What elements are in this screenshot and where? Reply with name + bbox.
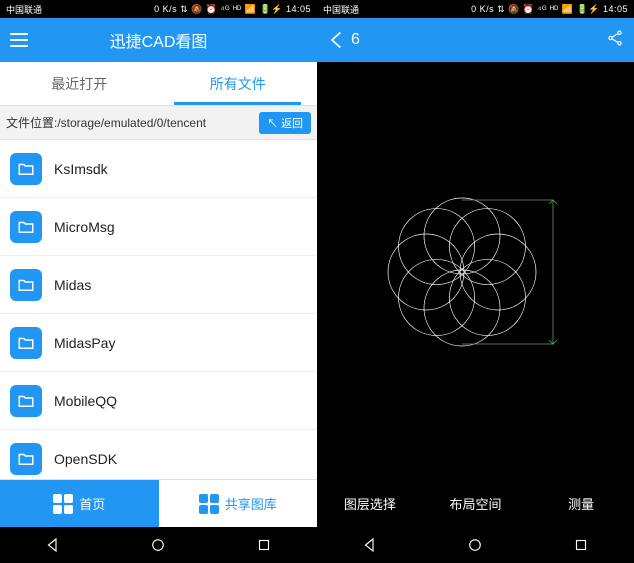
nav-home[interactable]: 首页 bbox=[0, 480, 159, 527]
back-icon[interactable] bbox=[44, 536, 62, 554]
chevron-left-icon[interactable] bbox=[327, 30, 347, 50]
system-nav bbox=[0, 527, 317, 563]
list-item[interactable]: MidasPay bbox=[0, 314, 317, 372]
folder-icon bbox=[10, 269, 42, 301]
bottom-nav: 首页 共享图库 bbox=[0, 479, 317, 527]
drawing-title: 6 bbox=[351, 31, 360, 49]
share-icon[interactable] bbox=[606, 29, 624, 52]
cad-viewer-screen: 中国联通 0 K/s ⇅ 🔕 ⏰ ⁴ᴳ ᴴᴰ 📶 🔋⚡ 14:05 6 bbox=[317, 0, 634, 563]
system-nav bbox=[317, 527, 634, 563]
carrier-label: 中国联通 bbox=[323, 3, 359, 16]
grid-icon bbox=[53, 494, 73, 514]
list-item[interactable]: KsImsdk bbox=[0, 140, 317, 198]
file-tabs: 最近打开 所有文件 bbox=[0, 62, 317, 106]
status-icons: 0 K/s ⇅ 🔕 ⏰ ⁴ᴳ ᴴᴰ 📶 🔋⚡ 14:05 bbox=[359, 4, 628, 15]
nav-layout[interactable]: 布局空间 bbox=[423, 479, 529, 527]
menu-icon[interactable] bbox=[10, 33, 28, 47]
list-item[interactable]: MobileQQ bbox=[0, 372, 317, 430]
file-name: MidasPay bbox=[54, 335, 115, 351]
home-icon[interactable] bbox=[149, 536, 167, 554]
recent-icon[interactable] bbox=[572, 536, 590, 554]
viewer-header: 6 bbox=[317, 18, 634, 62]
tab-all-files[interactable]: 所有文件 bbox=[159, 62, 318, 105]
file-name: MicroMsg bbox=[54, 219, 115, 235]
nav-share-label: 共享图库 bbox=[225, 494, 277, 513]
app-title: 迅捷CAD看图 bbox=[28, 28, 289, 52]
folder-icon bbox=[10, 385, 42, 417]
carrier-label: 中国联通 bbox=[6, 3, 42, 16]
gallery-icon bbox=[199, 494, 219, 514]
file-name: KsImsdk bbox=[54, 161, 108, 177]
path-bar: 文件位置:/storage/emulated/0/tencent ↖ 返回 bbox=[0, 106, 317, 140]
file-name: Midas bbox=[54, 277, 91, 293]
home-icon[interactable] bbox=[466, 536, 484, 554]
nav-share-library[interactable]: 共享图库 bbox=[159, 480, 318, 527]
tab-recent[interactable]: 最近打开 bbox=[0, 62, 159, 105]
list-item[interactable]: MicroMsg bbox=[0, 198, 317, 256]
folder-icon bbox=[10, 211, 42, 243]
app-header: 迅捷CAD看图 bbox=[0, 18, 317, 62]
folder-icon bbox=[10, 153, 42, 185]
list-item[interactable]: Midas bbox=[0, 256, 317, 314]
viewer-bottom-nav: 图层选择 布局空间 测量 bbox=[317, 479, 634, 527]
nav-measure[interactable]: 测量 bbox=[528, 479, 634, 527]
folder-icon bbox=[10, 327, 42, 359]
return-button[interactable]: ↖ 返回 bbox=[259, 112, 311, 134]
file-browser-screen: 中国联通 0 K/s ⇅ 🔕 ⏰ ⁴ᴳ ᴴᴰ 📶 🔋⚡ 14:05 迅捷CAD看… bbox=[0, 0, 317, 563]
recent-icon[interactable] bbox=[255, 536, 273, 554]
status-bar: 中国联通 0 K/s ⇅ 🔕 ⏰ ⁴ᴳ ᴴᴰ 📶 🔋⚡ 14:05 bbox=[0, 0, 317, 18]
status-bar: 中国联通 0 K/s ⇅ 🔕 ⏰ ⁴ᴳ ᴴᴰ 📶 🔋⚡ 14:05 bbox=[317, 0, 634, 18]
folder-icon bbox=[10, 443, 42, 475]
nav-layers[interactable]: 图层选择 bbox=[317, 479, 423, 527]
file-name: OpenSDK bbox=[54, 451, 117, 467]
nav-home-label: 首页 bbox=[79, 494, 105, 513]
back-icon[interactable] bbox=[361, 536, 379, 554]
status-icons: 0 K/s ⇅ 🔕 ⏰ ⁴ᴳ ᴴᴰ 📶 🔋⚡ 14:05 bbox=[42, 4, 311, 15]
file-name: MobileQQ bbox=[54, 393, 117, 409]
path-text: 文件位置:/storage/emulated/0/tencent bbox=[6, 114, 259, 131]
